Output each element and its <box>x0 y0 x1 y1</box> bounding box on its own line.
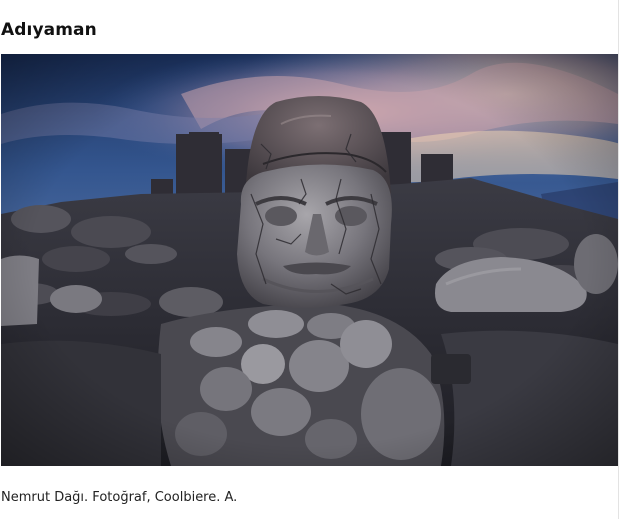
page-title: Adıyaman <box>1 20 97 40</box>
article-photo <box>1 54 618 466</box>
article-frame: Adıyaman Nemrut Dağı. Fotoğraf, Coolbier… <box>0 0 619 519</box>
vignette <box>1 54 618 466</box>
photo-caption: Nemrut Dağı. Fotoğraf, Coolbiere. A. <box>1 490 238 505</box>
